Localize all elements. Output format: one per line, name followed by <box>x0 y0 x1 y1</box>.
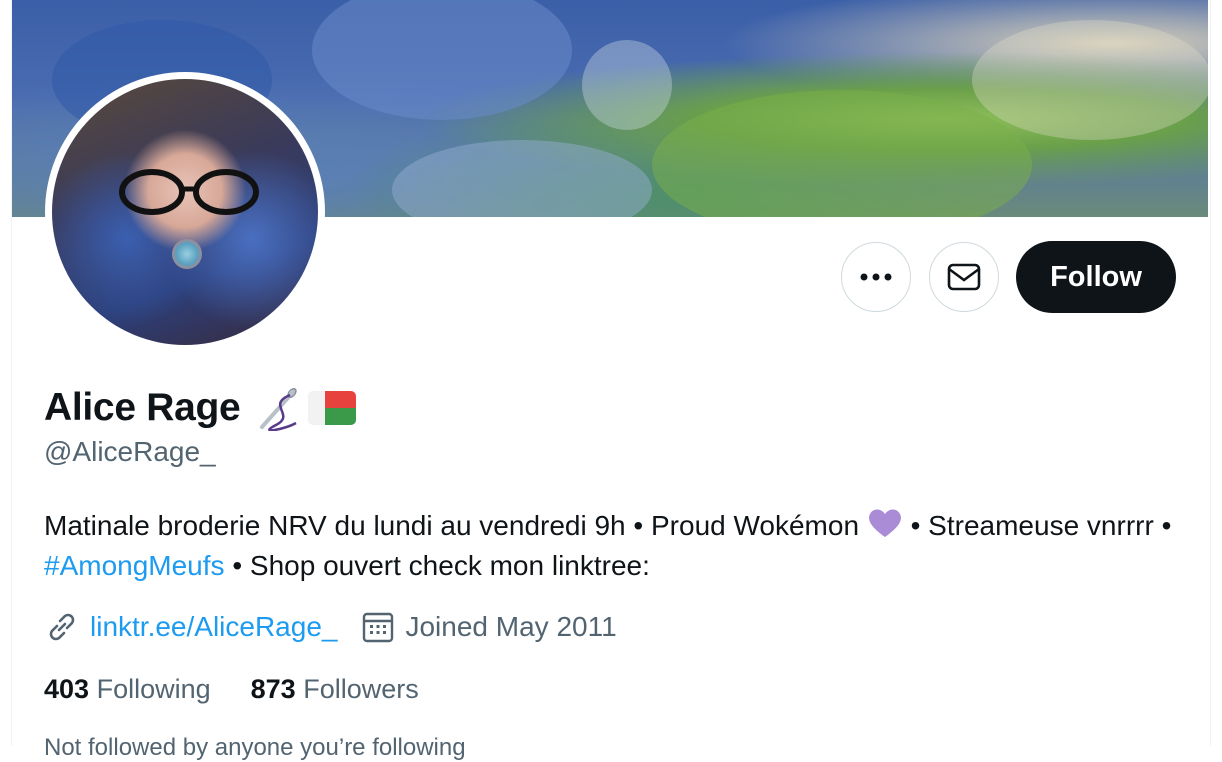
glasses-shape <box>119 169 259 215</box>
profile-handle: @AliceRage_ <box>44 436 216 467</box>
message-button[interactable] <box>929 242 999 312</box>
madagascar-flag-icon <box>308 391 357 425</box>
profile-stats: 403 Following 873 Followers <box>44 674 459 705</box>
followed-by-text: Not followed by anyone you’re following <box>44 734 466 761</box>
profile-bio: Matinale broderie NRV du lundi au vendre… <box>44 506 1184 586</box>
profile-website-link[interactable]: linktr.ee/AliceRage_ <box>90 611 337 643</box>
joined-date: Joined May 2011 <box>405 611 617 642</box>
followers-count: 873 <box>250 674 296 704</box>
following-label: Following <box>96 674 211 704</box>
avatar-mouth <box>172 239 202 269</box>
envelope-icon <box>947 263 981 291</box>
hashtag-link[interactable]: #AmongMeufs <box>44 550 225 581</box>
avatar[interactable] <box>52 79 318 345</box>
bio-text-2: • Streameuse vnrrrr • <box>902 510 1172 541</box>
followers-stat[interactable]: 873 Followers <box>251 674 419 705</box>
needle-thread-icon <box>260 387 298 431</box>
profile-avatar-border <box>45 72 325 352</box>
followers-label: Followers <box>303 674 419 704</box>
link-icon <box>49 613 75 641</box>
follow-button[interactable]: Follow <box>1016 241 1176 313</box>
following-count: 403 <box>44 674 90 704</box>
more-options-button[interactable] <box>841 242 911 312</box>
profile-name: Alice Rage <box>44 386 241 429</box>
profile-name-row: Alice Rage <box>44 385 357 431</box>
profile-meta: linktr.ee/AliceRage_ Joined May 2011 <box>44 609 617 645</box>
calendar-icon <box>363 612 394 643</box>
more-dots-icon <box>860 273 892 281</box>
bio-text-3: • Shop ouvert check mon linktree: <box>224 550 650 581</box>
bio-text-1: Matinale broderie NRV du lundi au vendre… <box>44 510 867 541</box>
following-stat[interactable]: 403 Following <box>44 674 211 705</box>
purple-heart-icon <box>868 509 901 537</box>
